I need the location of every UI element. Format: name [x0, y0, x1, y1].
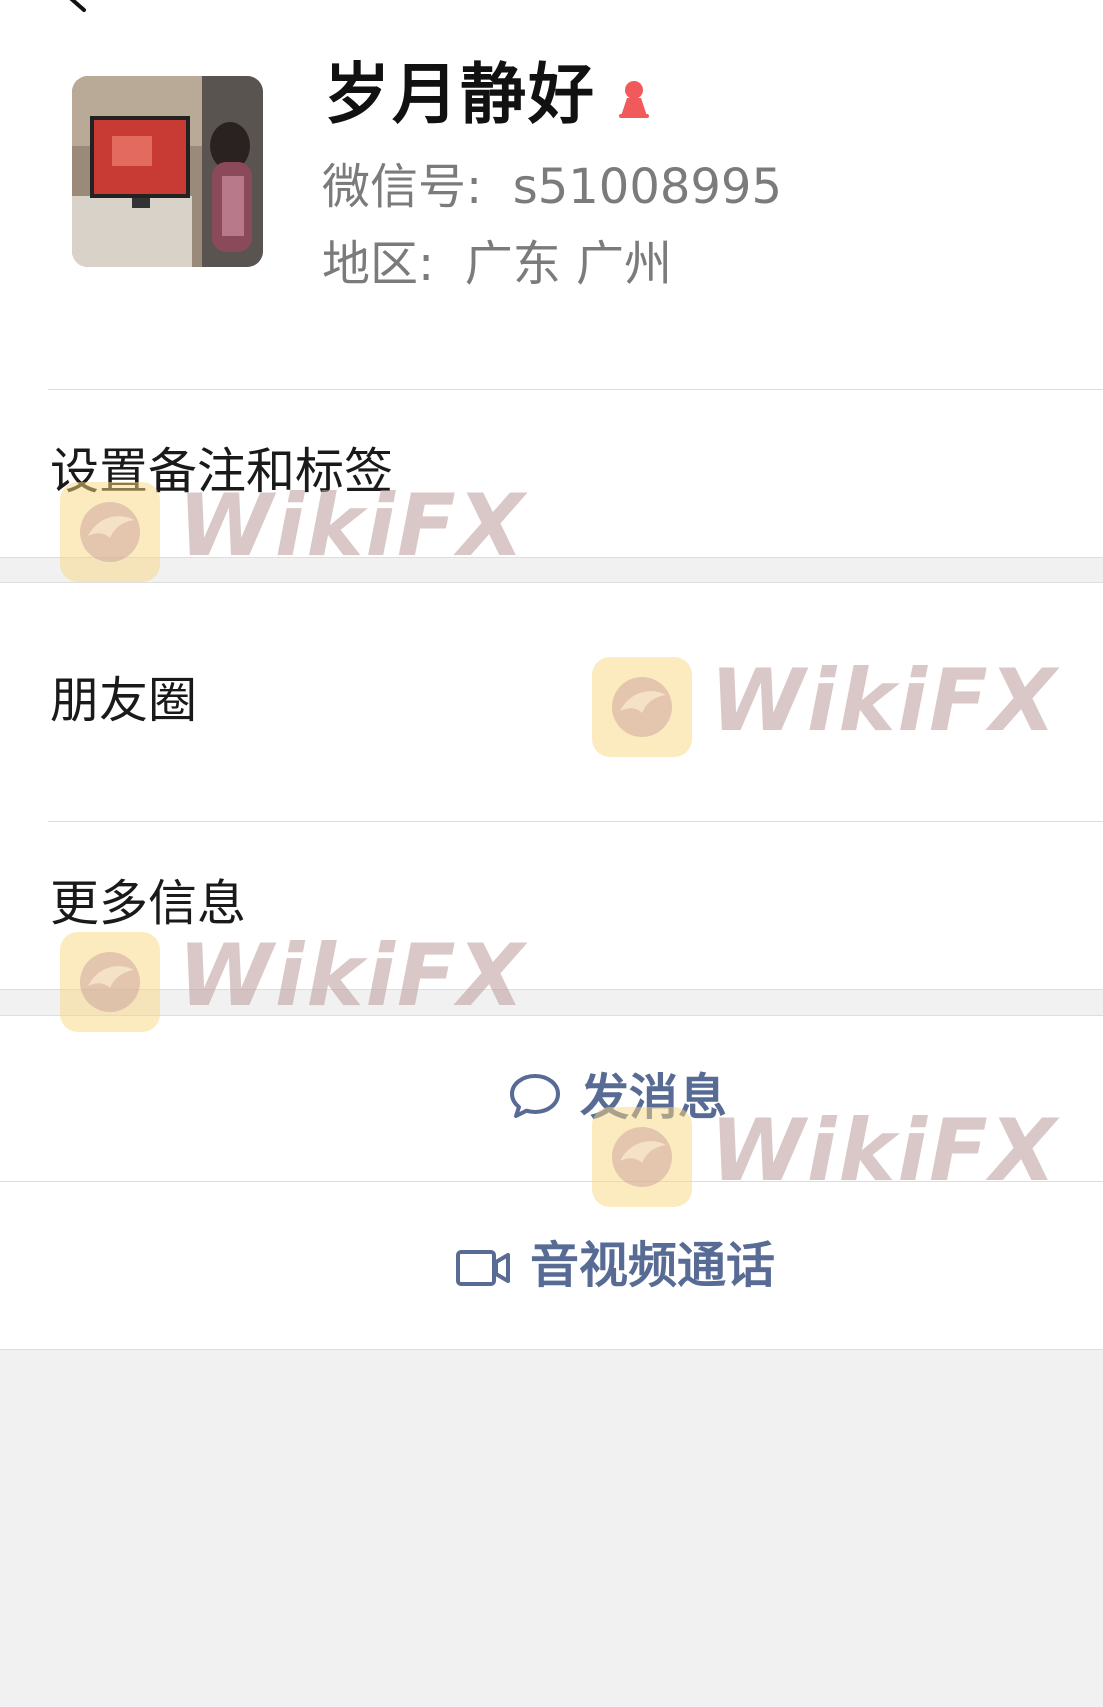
wechat-id-text: 微信号: s51008995 — [322, 159, 783, 215]
remark-tags-label: 设置备注和标签 — [50, 443, 394, 500]
remark-tags-row[interactable]: 设置备注和标签 — [0, 390, 1103, 557]
send-message-button[interactable]: 发消息 — [0, 1016, 1103, 1181]
video-camera-icon — [456, 1250, 512, 1290]
avatar[interactable] — [72, 76, 263, 267]
chat-bubble-icon — [508, 1072, 562, 1124]
region-text: 地区: 广东 广州 — [322, 236, 672, 292]
more-info-label: 更多信息 — [50, 875, 247, 932]
contact-profile-screen: 岁月静好 微信号: s51008995 地区: 广东 广州 设置备注和标签 朋友… — [0, 0, 1103, 1707]
divider — [0, 1349, 1103, 1350]
section-divider — [0, 557, 1103, 558]
chevron-left-icon — [69, 0, 86, 12]
more-info-row[interactable]: 更多信息 — [0, 822, 1103, 989]
video-call-button[interactable]: 音视频通话 — [0, 1182, 1103, 1349]
contact-name: 岁月静好 — [324, 56, 596, 133]
back-button[interactable] — [62, 0, 98, 18]
moments-label: 朋友圈 — [50, 672, 198, 729]
send-message-label: 发消息 — [580, 1069, 728, 1126]
moments-row[interactable]: 朋友圈 — [0, 583, 1103, 821]
section-divider — [0, 989, 1103, 990]
female-icon — [611, 76, 657, 122]
avatar-photo — [72, 76, 263, 267]
video-call-label: 音视频通话 — [530, 1237, 776, 1294]
